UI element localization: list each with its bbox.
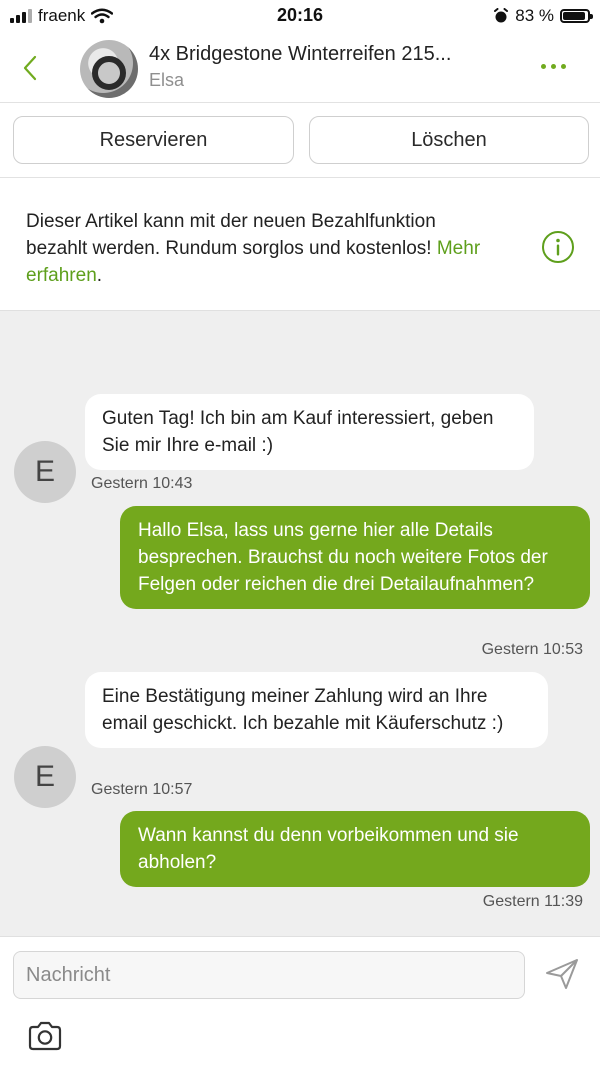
alarm-icon (494, 8, 509, 23)
message-input[interactable] (13, 951, 525, 999)
product-thumbnail[interactable] (80, 40, 138, 98)
delete-button[interactable]: Löschen (309, 116, 589, 164)
info-body: Dieser Artikel kann mit der neuen Bezahl… (26, 211, 437, 259)
chat-header: 4x Bridgestone Winterreifen 215... Elsa (0, 34, 600, 103)
message-timestamp: Gestern 11:39 (482, 893, 583, 910)
tire-image (92, 56, 126, 90)
avatar[interactable]: E (14, 746, 76, 808)
send-icon[interactable] (544, 957, 580, 991)
avatar-initial: E (34, 455, 55, 488)
outgoing-message[interactable]: Hallo Elsa, lass uns gerne hier alle Det… (120, 506, 590, 609)
contact-name: Elsa (149, 70, 185, 90)
battery-icon (560, 9, 593, 23)
message-text: Guten Tag! Ich bin am Kauf interessiert,… (102, 408, 494, 456)
battery-percent: 83 % (515, 6, 554, 25)
info-period: . (96, 265, 103, 286)
message-text: Hallo Elsa, lass uns gerne hier alle Det… (138, 520, 548, 595)
message-text: Wann kannst du denn vorbeikommen und sie… (138, 825, 519, 873)
back-chevron-icon[interactable] (16, 48, 46, 88)
message-timestamp: Gestern 10:43 (91, 475, 193, 492)
more-dots-icon[interactable] (541, 64, 566, 69)
battery-fill (563, 12, 585, 20)
camera-icon[interactable] (27, 1021, 63, 1051)
avatar-initial: E (34, 760, 55, 793)
incoming-message[interactable]: Guten Tag! Ich bin am Kauf interessiert,… (85, 394, 534, 470)
listing-title[interactable]: 4x Bridgestone Winterreifen 215... (149, 43, 451, 66)
action-bar: Reservieren Löschen (0, 103, 600, 178)
avatar[interactable]: E (14, 441, 76, 503)
reserve-button[interactable]: Reservieren (13, 116, 294, 164)
battery-group: 83 % (493, 6, 593, 26)
info-text: Dieser Artikel kann mit der neuen Bezahl… (26, 208, 496, 289)
info-icon[interactable] (541, 230, 575, 264)
message-timestamp: Gestern 10:57 (91, 781, 193, 798)
message-list[interactable]: Guten Tag! Ich bin am Kauf interessiert,… (0, 311, 600, 936)
outgoing-message[interactable]: Wann kannst du denn vorbeikommen und sie… (120, 811, 590, 887)
incoming-message[interactable]: Eine Bestätigung meiner Zahlung wird an … (85, 672, 548, 748)
status-bar: fraenk 20:16 83 % (0, 0, 600, 34)
composer (0, 936, 600, 1068)
message-text: Eine Bestätigung meiner Zahlung wird an … (102, 686, 504, 734)
payment-info-banner: Dieser Artikel kann mit der neuen Bezahl… (0, 178, 600, 311)
message-timestamp: Gestern 10:53 (481, 641, 583, 658)
